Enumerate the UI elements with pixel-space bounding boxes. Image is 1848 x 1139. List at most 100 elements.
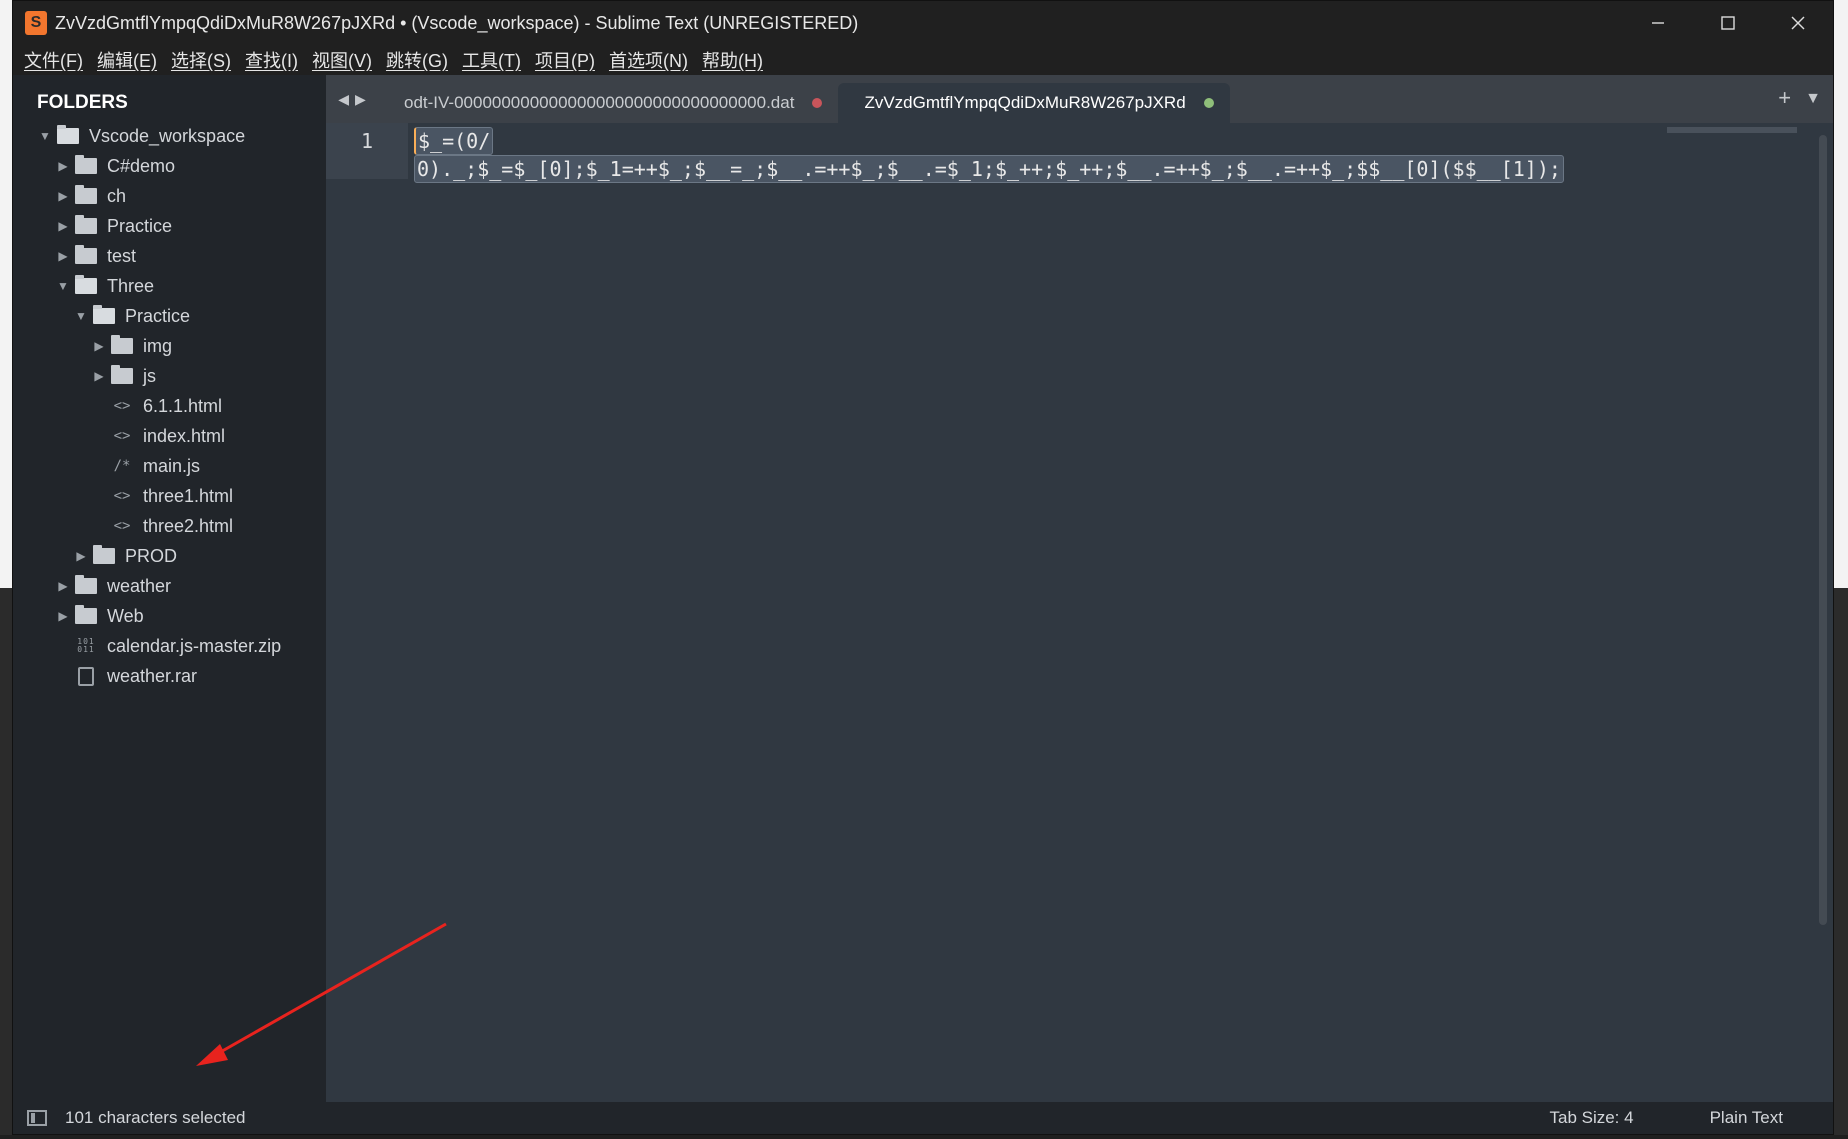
tree-folder[interactable]: ▶ Practice bbox=[13, 211, 326, 241]
minimap[interactable] bbox=[1667, 127, 1797, 133]
tree-file[interactable]: <> three1.html bbox=[13, 481, 326, 511]
status-bar: 101 characters selected Tab Size: 4 Plai… bbox=[13, 1102, 1833, 1134]
tab-dat-file[interactable]: odt-IV-000000000000000000000000000000000… bbox=[378, 83, 838, 123]
desktop-background-left-dark bbox=[0, 588, 12, 1139]
chevron-right-icon[interactable]: ▶ bbox=[55, 189, 71, 203]
desktop-taskbar-edge bbox=[0, 1135, 1848, 1139]
chevron-right-icon[interactable]: ▶ bbox=[73, 549, 89, 563]
new-tab-plus-icon[interactable]: + bbox=[1778, 85, 1791, 113]
chevron-right-icon[interactable]: ▶ bbox=[55, 579, 71, 593]
tree-folder[interactable]: ▶ C#demo bbox=[13, 151, 326, 181]
menu-bar: 文件(F) 编辑(E) 选择(S) 查找(I) 视图(V) 跳转(G) 工具(T… bbox=[13, 45, 1833, 75]
menu-help[interactable]: 帮助(H) bbox=[695, 47, 770, 73]
menu-file[interactable]: 文件(F) bbox=[17, 47, 90, 73]
window-controls bbox=[1623, 1, 1833, 45]
tree-folder[interactable]: ▶ PROD bbox=[13, 541, 326, 571]
tree-item-label: img bbox=[143, 335, 173, 356]
folder-open-icon bbox=[75, 275, 97, 294]
menu-find[interactable]: 查找(I) bbox=[238, 47, 305, 73]
folder-icon bbox=[75, 245, 97, 264]
tree-folder[interactable]: ▶ ch bbox=[13, 181, 326, 211]
chevron-right-icon[interactable]: ▶ bbox=[55, 609, 71, 623]
tree-item-label: Vscode_workspace bbox=[89, 125, 246, 146]
tab-label: odt-IV-000000000000000000000000000000000… bbox=[404, 93, 795, 112]
chevron-right-icon[interactable]: ▶ bbox=[55, 159, 71, 173]
sidebar: FOLDERS ▼ Vscode_workspace ▶ C#demo ▶ ch ▶ Prac… bbox=[13, 75, 326, 1102]
menu-view[interactable]: 视图(V) bbox=[305, 47, 379, 73]
file-icon bbox=[78, 666, 94, 686]
minimize-icon bbox=[1652, 22, 1664, 24]
folder-tree: ▼ Vscode_workspace ▶ C#demo ▶ ch ▶ Practice ▶ tes… bbox=[13, 121, 326, 691]
close-button[interactable] bbox=[1763, 1, 1833, 45]
menu-project[interactable]: 项目(P) bbox=[528, 47, 602, 73]
js-file-icon: /* bbox=[113, 458, 131, 474]
line-gutter: 1 bbox=[326, 123, 408, 1102]
tree-item-label: three1.html bbox=[143, 485, 234, 506]
tree-item-label: Three bbox=[107, 275, 155, 296]
menu-edit[interactable]: 编辑(E) bbox=[90, 47, 164, 73]
tree-item-label: index.html bbox=[143, 425, 226, 446]
tree-folder[interactable]: ▼ Three bbox=[13, 271, 326, 301]
tree-item-label: Web bbox=[107, 605, 144, 626]
menu-preferences[interactable]: 首选项(N) bbox=[602, 47, 695, 73]
tree-folder[interactable]: ▶ js bbox=[13, 361, 326, 391]
tree-folder[interactable]: ▶ img bbox=[13, 331, 326, 361]
code-editor[interactable]: 1 $_=(0/ 0)._;$_=$_[0];$_1=++$_;$__=_;$_… bbox=[326, 123, 1833, 1102]
tree-file[interactable]: <> 6.1.1.html bbox=[13, 391, 326, 421]
tab-size-status[interactable]: Tab Size: 4 bbox=[1549, 1108, 1633, 1128]
window-title: ZvVzdGmtflYmpqQdiDxMuR8W267pJXRd • (Vsco… bbox=[55, 12, 859, 33]
minimize-button[interactable] bbox=[1623, 1, 1693, 45]
menu-tools[interactable]: 工具(T) bbox=[455, 47, 528, 73]
close-icon bbox=[1791, 16, 1805, 30]
vertical-scrollbar[interactable] bbox=[1819, 135, 1827, 925]
tree-item-label: PROD bbox=[125, 545, 178, 566]
folder-icon bbox=[75, 155, 97, 174]
selected-code-line[interactable]: 0)._;$_=$_[0];$_1=++$_;$__=_;$__.=++$_;$… bbox=[414, 155, 1564, 183]
folder-open-icon bbox=[93, 305, 115, 324]
tree-file[interactable]: /* main.js bbox=[13, 451, 326, 481]
tab-bar: ◀ ▶ odt-IV-00000000000000000000000000000… bbox=[326, 75, 1833, 123]
selected-code-line[interactable]: $_=(0/ bbox=[414, 127, 494, 155]
tree-folder[interactable]: ▶ weather bbox=[13, 571, 326, 601]
folder-icon bbox=[111, 335, 133, 354]
code-content[interactable]: $_=(0/ 0)._;$_=$_[0];$_1=++$_;$__=_;$__.… bbox=[408, 123, 1833, 1102]
menu-goto[interactable]: 跳转(G) bbox=[379, 47, 455, 73]
tree-file[interactable]: <> index.html bbox=[13, 421, 326, 451]
sidebar-toggle-icon[interactable] bbox=[27, 1110, 47, 1126]
html-file-icon: <> bbox=[113, 398, 131, 414]
tree-item-label: test bbox=[107, 245, 137, 266]
desktop-background-right-dark bbox=[1834, 588, 1848, 1139]
chevron-right-icon[interactable]: ▶ bbox=[55, 249, 71, 263]
tree-folder[interactable]: ▶ test bbox=[13, 241, 326, 271]
tree-item-label: ch bbox=[107, 185, 127, 206]
tree-item-label: C#demo bbox=[107, 155, 176, 176]
tree-folder[interactable]: ▼ Practice bbox=[13, 301, 326, 331]
tree-folder[interactable]: ▶ Web bbox=[13, 601, 326, 631]
chevron-down-icon[interactable]: ▼ bbox=[37, 129, 53, 143]
tree-file[interactable]: <> three2.html bbox=[13, 511, 326, 541]
tree-item-label: weather bbox=[107, 575, 172, 596]
chevron-down-icon[interactable]: ▼ bbox=[55, 279, 71, 293]
tab-list-dropdown-icon[interactable]: ▼ bbox=[1805, 85, 1821, 113]
maximize-button[interactable] bbox=[1693, 1, 1763, 45]
chevron-right-icon[interactable]: ▶ bbox=[91, 339, 107, 353]
tree-item-label: weather.rar bbox=[107, 665, 198, 686]
tab-back-icon[interactable]: ◀ bbox=[338, 91, 349, 108]
chevron-down-icon[interactable]: ▼ bbox=[73, 309, 89, 323]
tab-label: ZvVzdGmtflYmpqQdiDxMuR8W267pJXRd bbox=[864, 93, 1186, 112]
menu-selection[interactable]: 选择(S) bbox=[164, 47, 238, 73]
tab-forward-icon[interactable]: ▶ bbox=[355, 91, 366, 108]
tree-folder[interactable]: ▼ Vscode_workspace bbox=[13, 121, 326, 151]
title-bar[interactable]: S ZvVzdGmtflYmpqQdiDxMuR8W267pJXRd • (Vs… bbox=[13, 1, 1833, 45]
folders-heading: FOLDERS bbox=[37, 92, 128, 113]
chevron-right-icon[interactable]: ▶ bbox=[55, 219, 71, 233]
chevron-right-icon[interactable]: ▶ bbox=[91, 369, 107, 383]
tab-navigation: ◀ ▶ bbox=[326, 75, 378, 123]
tree-file[interactable]: weather.rar bbox=[13, 661, 326, 691]
tree-item-label: calendar.js-master.zip bbox=[107, 635, 282, 656]
tab-active-file[interactable]: ZvVzdGmtflYmpqQdiDxMuR8W267pJXRd bbox=[838, 83, 1230, 123]
syntax-status[interactable]: Plain Text bbox=[1710, 1108, 1783, 1128]
tree-file[interactable]: 101 011 calendar.js-master.zip bbox=[13, 631, 326, 661]
tree-item-label: main.js bbox=[143, 455, 201, 476]
maximize-icon bbox=[1721, 16, 1735, 30]
